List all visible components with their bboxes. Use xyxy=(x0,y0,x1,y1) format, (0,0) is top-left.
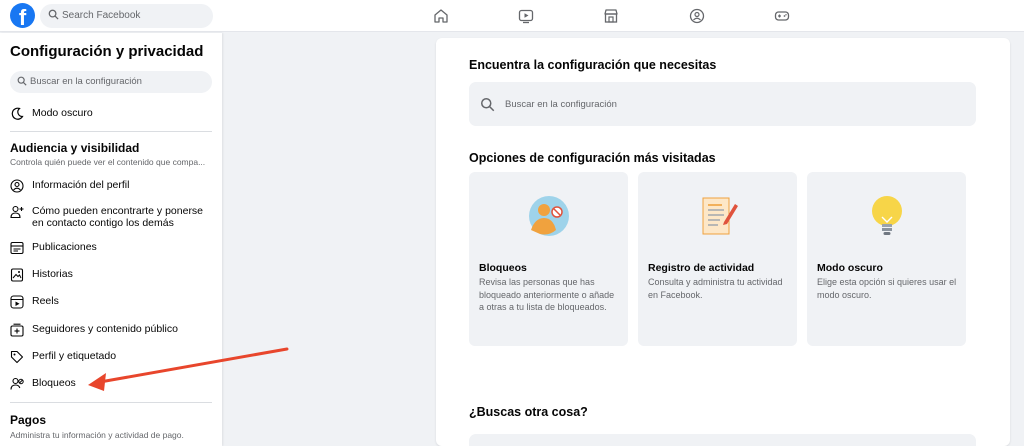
profile-icon xyxy=(10,179,24,193)
card-dark-mode[interactable]: Modo oscuro Elige esta opción si quieres… xyxy=(807,172,966,346)
card-blocking[interactable]: Bloqueos Revisa las personas que has blo… xyxy=(469,172,628,346)
search-icon xyxy=(48,9,59,20)
divider xyxy=(10,402,212,403)
search-placeholder: Search Facebook xyxy=(62,10,141,21)
sidebar-item-followers[interactable]: Seguidores y contenido público xyxy=(10,323,178,337)
sidebar-item-label: Publicaciones xyxy=(32,241,97,253)
video-icon[interactable] xyxy=(518,8,534,24)
blocked-user-illustration xyxy=(528,196,569,236)
sidebar-item-blocking[interactable]: Bloqueos xyxy=(10,377,76,391)
divider xyxy=(10,131,212,132)
search-placeholder: Buscar en la configuración xyxy=(30,76,142,87)
activity-log-illustration xyxy=(702,197,738,235)
section-subtitle-payments: Administra tu información y actividad de… xyxy=(10,430,184,440)
settings-search-input[interactable]: Buscar en la configuración xyxy=(10,71,212,93)
followers-icon xyxy=(10,323,24,337)
sidebar-item-profile-info[interactable]: Información del perfil xyxy=(10,179,129,193)
page-title: Configuración y privacidad xyxy=(10,43,204,60)
other-settings-box xyxy=(469,434,976,446)
sidebar-item-label: Bloqueos xyxy=(32,377,76,389)
marketplace-icon[interactable] xyxy=(603,8,619,24)
card-title: Bloqueos xyxy=(479,262,527,274)
find-settings-heading: Encuentra la configuración que necesitas xyxy=(469,58,717,72)
sidebar-item-label: Perfil y etiquetado xyxy=(32,350,117,362)
popular-settings-heading: Opciones de configuración más visitadas xyxy=(469,151,716,165)
gaming-icon[interactable] xyxy=(774,8,790,24)
settings-main-panel: Encuentra la configuración que necesitas… xyxy=(436,38,1010,446)
card-description: Revisa las personas que has bloqueado an… xyxy=(479,277,615,312)
settings-sidebar: Configuración y privacidad Buscar en la … xyxy=(0,33,222,446)
main-settings-search-input[interactable]: Buscar en la configuración xyxy=(469,82,976,126)
card-title: Registro de actividad xyxy=(648,262,755,274)
section-title-payments: Pagos xyxy=(10,413,47,427)
top-bar: f Search Facebook xyxy=(0,0,1024,32)
tag-icon xyxy=(10,350,24,364)
sidebar-item-posts[interactable]: Publicaciones xyxy=(10,241,97,255)
other-settings-heading: ¿Buscas otra cosa? xyxy=(469,405,588,419)
sidebar-item-label: Información del perfil xyxy=(32,179,130,191)
groups-icon[interactable] xyxy=(689,8,705,24)
search-icon xyxy=(17,76,27,86)
card-title: Modo oscuro xyxy=(817,262,883,274)
sidebar-item-label: Seguidores y contenido público xyxy=(32,323,178,335)
sidebar-item-find-contact[interactable]: Cómo pueden encontrarte y ponerse en con… xyxy=(10,205,203,229)
search-placeholder: Buscar en la configuración xyxy=(505,99,617,110)
sidebar-item-dark-mode[interactable]: Modo oscuro xyxy=(10,107,93,121)
card-description: Consulta y administra tu actividad en Fa… xyxy=(648,277,783,300)
search-icon xyxy=(481,98,495,112)
sidebar-item-reels[interactable]: Reels xyxy=(10,295,59,309)
reels-icon xyxy=(10,295,24,309)
card-description: Elige esta opción si quieres usar el mod… xyxy=(817,277,957,300)
section-title-audience: Audiencia y visibilidad xyxy=(10,141,140,155)
card-activity-log[interactable]: Registro de actividad Consulta y adminis… xyxy=(638,172,797,346)
sidebar-item-profile-tagging[interactable]: Perfil y etiquetado xyxy=(10,350,116,364)
sidebar-item-stories[interactable]: Historias xyxy=(10,268,73,282)
posts-icon xyxy=(10,241,24,255)
block-user-icon xyxy=(10,377,24,390)
home-icon[interactable] xyxy=(433,8,449,24)
moon-icon xyxy=(11,107,24,120)
sidebar-item-label: Cómo pueden encontrarte y ponerse xyxy=(32,205,204,217)
sidebar-item-label: Reels xyxy=(32,295,59,307)
facebook-search-input[interactable]: Search Facebook xyxy=(40,4,213,28)
sidebar-item-label-group: Cómo pueden encontrarte y ponerse en con… xyxy=(32,205,203,229)
section-subtitle-audience: Controla quién puede ver el contenido qu… xyxy=(10,157,206,167)
sidebar-item-label-line2: en contacto contigo los demás xyxy=(32,217,174,229)
add-friend-icon xyxy=(10,205,24,219)
sidebar-item-label: Modo oscuro xyxy=(32,107,93,119)
stories-icon xyxy=(10,268,24,282)
sidebar-item-label: Historias xyxy=(32,268,73,280)
facebook-logo-icon[interactable]: f xyxy=(10,3,35,28)
lightbulb-illustration xyxy=(871,196,902,235)
